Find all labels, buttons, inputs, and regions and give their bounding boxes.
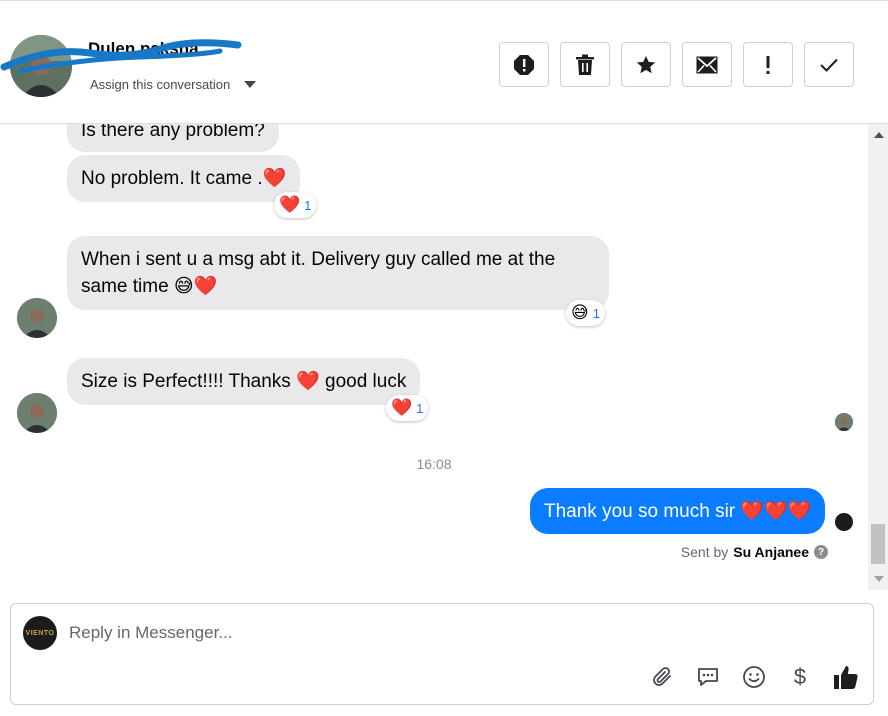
conversation-toolbar [499,42,854,87]
reaction-badge[interactable]: ❤️ 1 [274,192,317,218]
seen-by-avatar [835,413,853,431]
assign-conversation-dropdown[interactable]: Assign this conversation [90,77,257,92]
reaction-badge[interactable]: 😅 1 [566,300,605,326]
assign-label: Assign this conversation [90,77,231,92]
check-icon [820,58,838,72]
speech-bubble-icon [698,668,718,686]
saved-replies-button[interactable] [695,664,721,690]
thumbs-up-icon [834,666,858,689]
sent-by-prefix: Sent by [680,544,729,560]
reaction-badge[interactable]: ❤️ 1 [386,395,429,421]
smiley-icon [743,666,765,688]
mark-done-button[interactable] [804,42,854,87]
message-bubble[interactable]: When i sent u a msg abt it. Delivery guy… [67,236,609,310]
star-button[interactable] [621,42,671,87]
trash-icon [576,54,594,75]
thread-scrollbar[interactable] [868,124,888,590]
message-composer: VIENTO $ [10,603,874,705]
like-button[interactable] [833,664,859,690]
dollar-icon: $ [793,664,807,689]
contact-name[interactable]: Dulen paksha [88,39,199,59]
caret-down-icon [244,81,257,88]
reaction-count: 1 [592,305,600,321]
mail-icon [696,56,718,73]
message-bubble[interactable]: Is there any problem? [67,124,279,152]
reaction-count: 1 [416,400,424,416]
conversation-header: Dulen paksha Assign this conversation [0,0,888,124]
mark-unread-button[interactable] [682,42,732,87]
sender-avatar[interactable] [17,298,57,338]
message-bubble[interactable]: No problem. It came .❤️ [67,155,301,202]
emoji-button[interactable] [741,664,767,690]
scroll-up-arrow-icon[interactable] [874,132,884,138]
paperclip-icon [653,667,671,686]
help-icon[interactable]: ? [814,545,828,559]
scroll-thumb[interactable] [871,524,885,564]
alert-icon [514,54,534,75]
exclamation-icon [766,55,770,74]
message-text: Size is Perfect!!!! Thanks ❤️ good luck [81,371,407,392]
grin-sweat-reaction-icon: 😅 [571,303,589,322]
message-thread: Is there any problem? No problem. It cam… [0,124,868,590]
message-bubble[interactable]: Size is Perfect!!!! Thanks ❤️ good luck [67,358,421,405]
reaction-count: 1 [304,197,312,213]
message-timestamp: 16:08 [416,456,452,472]
sent-by-info: Sent by Su Anjanee ? [681,544,828,560]
page-avatar: VIENTO [23,616,57,650]
attach-button[interactable] [649,664,675,690]
sender-avatar[interactable] [17,393,57,433]
scroll-down-arrow-icon[interactable] [874,576,884,582]
message-text-line: When i sent u a msg abt it. Delivery guy… [81,249,556,270]
message-text: Thank you so much sir ❤️❤️❤️ [544,501,812,522]
follow-up-button[interactable] [743,42,793,87]
payment-button[interactable]: $ [787,664,813,690]
composer-actions: $ [649,664,859,690]
message-text: No problem. It came .❤️ [81,168,287,189]
heart-reaction-icon: ❤️ [279,195,301,214]
message-text: Is there any problem? [81,124,265,141]
star-icon [636,55,656,73]
contact-avatar[interactable] [10,35,72,97]
spam-button[interactable] [499,42,549,87]
delete-button[interactable] [560,42,610,87]
message-text-line: same time 😅❤️ [81,276,218,297]
message-bubble-sent[interactable]: Thank you so much sir ❤️❤️❤️ [530,488,826,534]
sent-by-page-avatar [835,513,853,531]
reply-input[interactable] [69,620,829,646]
sent-by-name[interactable]: Su Anjanee [733,544,809,560]
heart-reaction-icon: ❤️ [391,398,413,417]
